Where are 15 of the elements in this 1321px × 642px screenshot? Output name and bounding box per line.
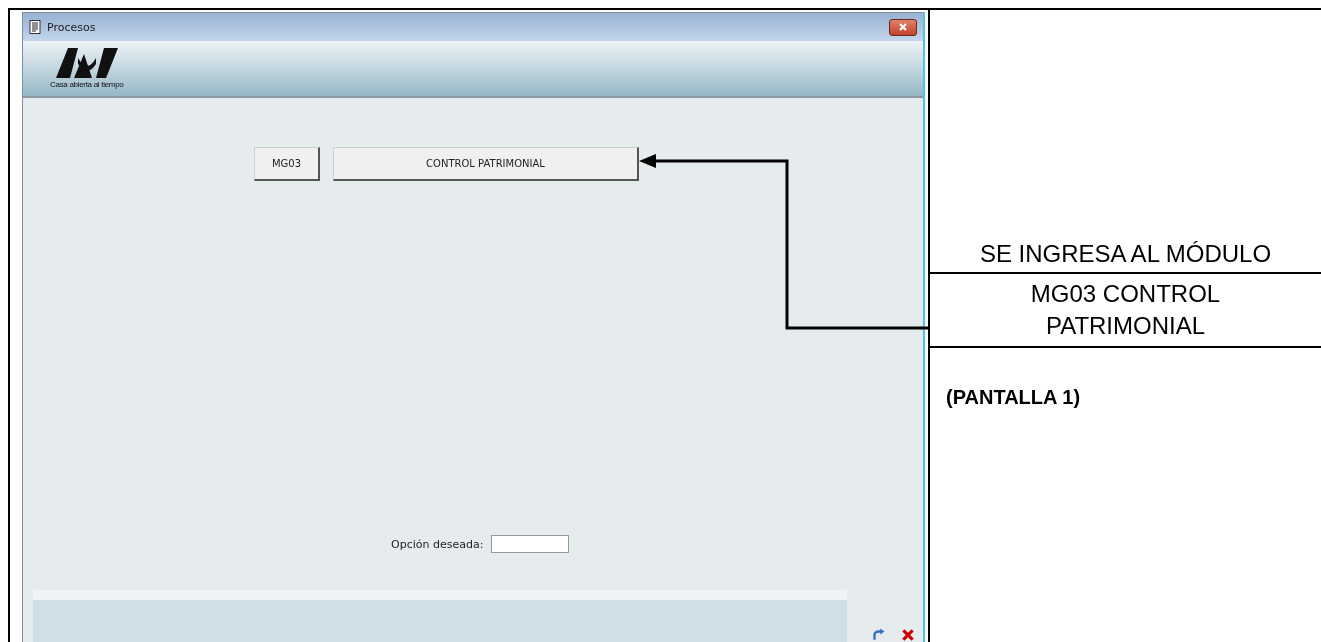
document-icon bbox=[29, 20, 41, 34]
logo-icon bbox=[55, 48, 118, 78]
module-button[interactable]: CONTROL PATRIMONIAL bbox=[333, 147, 639, 181]
close-icon bbox=[898, 22, 908, 32]
option-input[interactable] bbox=[491, 535, 570, 553]
logo-caption: Casa abierta al tiempo bbox=[50, 80, 124, 89]
close-button[interactable] bbox=[889, 18, 917, 36]
module-button[interactable]: MG03 bbox=[254, 147, 320, 181]
module-note: MG03 CONTROL PATRIMONIAL bbox=[930, 274, 1321, 348]
redo-icon[interactable] bbox=[871, 628, 885, 642]
screen-caption: (PANTALLA 1) bbox=[945, 385, 1082, 409]
note-heading: SE INGRESA AL MÓDULO bbox=[930, 240, 1321, 274]
field-label: Opción deseada: bbox=[391, 537, 484, 551]
window-title: Procesos bbox=[47, 20, 97, 34]
close-icon[interactable] bbox=[901, 628, 915, 642]
